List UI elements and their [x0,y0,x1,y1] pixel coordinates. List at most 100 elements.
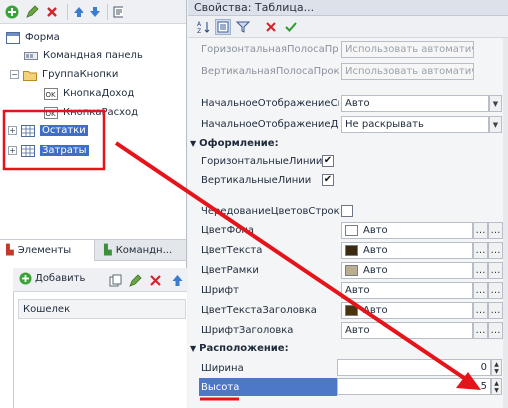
table-icon [21,124,35,137]
sort-alphabet-icon[interactable]: AZ [196,19,212,35]
move-up-icon[interactable] [67,4,83,20]
field-value: Авто [345,285,370,296]
categorized-icon[interactable] [215,19,231,35]
properties-title: Свойства: Таблица... [194,1,315,14]
tree-item-income-button[interactable]: OK КнопкаДоход [44,85,134,102]
vscroll-field[interactable]: Использовать автоматически [341,63,474,80]
height-input[interactable]: 5 [337,378,491,395]
text-color-field[interactable]: Авто [341,242,473,259]
vlines-checkbox[interactable]: ✔ [322,174,334,186]
apply-icon[interactable] [283,19,299,35]
choose-button[interactable]: … [473,322,488,339]
move-up-icon[interactable] [169,272,185,288]
add-button[interactable]: Добавить [19,272,85,285]
properties-icon[interactable] [107,4,123,20]
tree-item-zatraty[interactable]: + Затраты [8,142,89,159]
choose-button[interactable]: … [488,262,503,279]
chevron-down-icon[interactable]: ▼ [489,116,502,133]
edit-icon[interactable] [24,4,40,20]
prop-label-text-color: ЦветТекста [201,244,263,256]
field-value: Не раскрывать [345,119,424,130]
header-text-color-field[interactable]: Авто [341,302,473,319]
hlines-checkbox[interactable]: ✔ [322,155,334,167]
panel-tabs: ▙ Элементы ▙ Командн... [0,239,186,261]
field-value: Авто [363,225,388,236]
prop-label-width: Ширина [201,362,244,374]
elements-tab-icon: ▙ [6,245,14,256]
field-value: Использовать автоматически [345,66,473,77]
initial-tree-select[interactable]: Не раскрывать [341,116,489,133]
prop-label-header-font: ШрифтЗаголовка [201,324,294,336]
prop-label-vlines: ВертикальныеЛинии [201,174,312,186]
table-icon [21,144,35,157]
prop-label-hscroll: ГоризонтальнаяПолосаПрокрутки [201,43,339,55]
cancel-icon[interactable] [263,19,279,35]
chevron-down-icon[interactable]: ▼ [489,95,502,112]
properties-scrollbar[interactable] [503,38,508,408]
choose-button[interactable]: … [473,242,488,259]
tree-item-label: Командная панель [43,50,143,61]
font-field[interactable]: Авто [341,282,473,299]
tree-item-ostatki[interactable]: + Остатки [8,122,88,139]
delete-icon[interactable] [44,4,60,20]
prop-label-header-text-color: ЦветТекстаЗаголовка [201,304,317,316]
color-swatch [345,265,358,276]
folder-icon [23,69,37,81]
border-color-field[interactable]: Авто [341,262,473,279]
svg-text:Z: Z [197,28,201,34]
width-input[interactable]: 0 [337,359,491,376]
width-spinner[interactable]: ▲ ▼ [491,359,502,376]
choose-button[interactable]: … [488,302,503,319]
choose-button[interactable]: … [488,282,503,299]
filter-icon[interactable] [235,19,251,35]
field-value: 0 [480,362,487,373]
tree-item-form[interactable]: Форма [6,29,60,46]
tab-elements[interactable]: ▙ Элементы [0,240,95,261]
commands-toolbar: Добавить [13,268,187,292]
edit-icon[interactable] [127,272,143,288]
tab-label: Элементы [17,245,72,256]
initial-display-select[interactable]: Авто [341,95,489,112]
field-value: Авто [363,245,388,256]
choose-button[interactable]: … [473,262,488,279]
prop-label-hlines: ГоризонтальныеЛинии [201,155,323,167]
tree-item-label: Затраты [40,145,89,156]
collapse-toggle[interactable]: − [10,70,19,79]
choose-button[interactable]: … [473,222,488,239]
column-header-wallet[interactable]: Кошелек [18,299,186,319]
tree-item-label: КнопкаРасход [63,107,139,118]
tree-item-button-group[interactable]: − ГруппаКнопки [10,66,118,83]
move-down-icon[interactable] [87,4,103,20]
copy-icon[interactable] [107,272,123,288]
svg-text:A: A [197,21,202,28]
tree-item-label: КнопкаДоход [63,88,135,99]
tree-item-label: Форма [25,32,60,43]
choose-button[interactable]: … [488,322,503,339]
prop-label-bg-color: ЦветФона [201,224,255,236]
expand-toggle[interactable]: + [8,126,17,135]
hscroll-field[interactable]: Использовать автоматически [341,41,474,58]
prop-label-initial-tree: НачальноеОтображениеДерева [201,118,339,130]
add-icon[interactable] [4,4,20,20]
choose-button[interactable]: … [488,222,503,239]
svg-text:OK: OK [46,91,57,99]
field-value: Авто [345,325,370,336]
properties-toolbar: AZ [188,16,508,38]
expand-toggle[interactable]: + [8,146,17,155]
delete-icon[interactable] [147,272,163,288]
choose-button[interactable]: … [473,302,488,319]
choose-button[interactable]: … [488,242,503,259]
color-swatch [345,225,358,236]
header-font-field[interactable]: Авто [341,322,473,339]
section-appearance[interactable]: ▼ Оформление: [190,136,279,151]
field-value: Авто [363,265,388,276]
tab-commands[interactable]: ▙ Командн... [98,240,186,261]
tree-item-expense-button[interactable]: OK КнопкаРасход [44,104,138,121]
tree-item-command-panel[interactable]: Командная панель [24,47,143,64]
bg-color-field[interactable]: Авто [341,222,473,239]
alternate-rows-checkbox[interactable] [341,205,353,217]
height-spinner[interactable]: ▲ ▼ [491,378,502,395]
button-ok-icon: OK [44,106,58,119]
section-layout[interactable]: ▼ Расположение: [190,341,289,356]
choose-button[interactable]: … [473,282,488,299]
